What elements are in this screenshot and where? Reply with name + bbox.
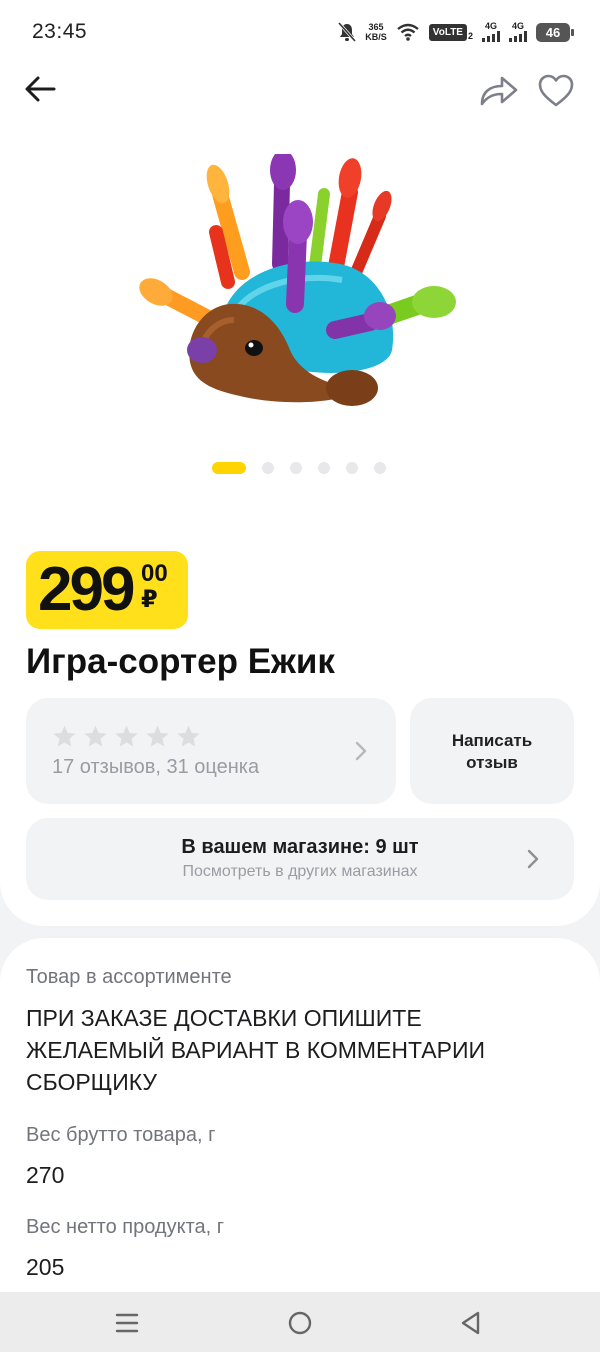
volte-badge: VoLTE (428, 23, 467, 41)
gallery-dot-active[interactable] (212, 462, 246, 474)
net-weight-value: 205 (26, 1254, 65, 1280)
gallery-dot[interactable] (262, 462, 274, 474)
price-badge: 299 00 ₽ (26, 551, 188, 629)
availability-label: Товар в ассортименте (26, 966, 232, 988)
product-info-panel: Товар в ассортименте ПРИ ЗАКАЗЕ ДОСТАВКИ… (0, 938, 600, 1352)
volte-sub: 2 (467, 30, 473, 41)
stock-title: В вашем магазине: 9 шт (181, 836, 419, 858)
product-card: 299 00 ₽ Игра-сортер Ежик 17 отзывов, 31… (0, 64, 600, 926)
gross-weight-value: 270 (26, 1162, 65, 1188)
signal-icon: 4G (509, 22, 527, 42)
rating-summary: 17 отзывов, 31 оценка (52, 756, 260, 778)
volte-indicator: VoLTE 2 (428, 23, 473, 41)
chevron-right-icon (355, 741, 367, 761)
rating-card[interactable]: 17 отзывов, 31 оценка (26, 698, 396, 804)
write-review-line2: отзыв (466, 753, 518, 772)
system-nav-bar (0, 1292, 600, 1352)
price-main: 299 (38, 555, 135, 624)
price-kopecks: 00 (141, 560, 168, 587)
gross-weight-label: Вес брутто товара, г (26, 1124, 216, 1146)
star-icon (146, 725, 169, 747)
status-icons: 365 KB/S VoLTE 2 4G 4G 46 (338, 18, 574, 46)
heart-icon[interactable] (536, 72, 576, 110)
net-speed-value: 365 (368, 22, 384, 32)
home-circle-icon[interactable] (285, 1308, 315, 1338)
net-speed-unit: KB/S (365, 32, 387, 42)
star-icon (177, 725, 200, 747)
status-bar: 23:45 365 KB/S VoLTE 2 4G 4G 46 (0, 0, 600, 64)
status-time: 23:45 (32, 20, 88, 43)
net-weight-label: Вес нетто продукта, г (26, 1216, 225, 1238)
back-triangle-icon[interactable] (456, 1308, 486, 1338)
signal-2-label: 4G (511, 21, 524, 31)
menu-icon[interactable] (112, 1308, 142, 1338)
stock-card[interactable]: В вашем магазине: 9 шт Посмотреть в друг… (26, 818, 574, 900)
gallery-dot[interactable] (374, 462, 386, 474)
price-currency: ₽ (141, 586, 158, 613)
star-icon (53, 725, 76, 747)
write-review-button[interactable]: Написать отзыв (410, 698, 574, 804)
rating-stars (52, 724, 201, 749)
battery-icon: 46 (536, 22, 574, 42)
product-image[interactable] (130, 154, 470, 424)
stock-subtitle: Посмотреть в других магазинах (182, 863, 418, 880)
delivery-note: ПРИ ЗАКАЗЕ ДОСТАВКИ ОПИШИТЕ ЖЕЛАЕМЫЙ ВАР… (26, 1005, 486, 1095)
chevron-right-icon (527, 849, 539, 869)
signal-icon: 4G (482, 22, 500, 42)
gallery-dot[interactable] (346, 462, 358, 474)
write-review-line1: Написать (451, 731, 533, 750)
bell-off-icon (338, 22, 357, 42)
net-speed: 365 KB/S (365, 22, 387, 42)
gallery-dot[interactable] (318, 462, 330, 474)
gallery-pagination (212, 462, 386, 474)
signal-1-label: 4G (484, 21, 497, 31)
star-icon (115, 725, 138, 747)
arrow-left-icon[interactable] (22, 74, 62, 104)
share-icon[interactable] (478, 72, 520, 110)
gallery-dot[interactable] (290, 462, 302, 474)
star-icon (84, 725, 107, 747)
product-title: Игра-сортер Ежик (26, 642, 335, 681)
wifi-icon (397, 23, 419, 41)
